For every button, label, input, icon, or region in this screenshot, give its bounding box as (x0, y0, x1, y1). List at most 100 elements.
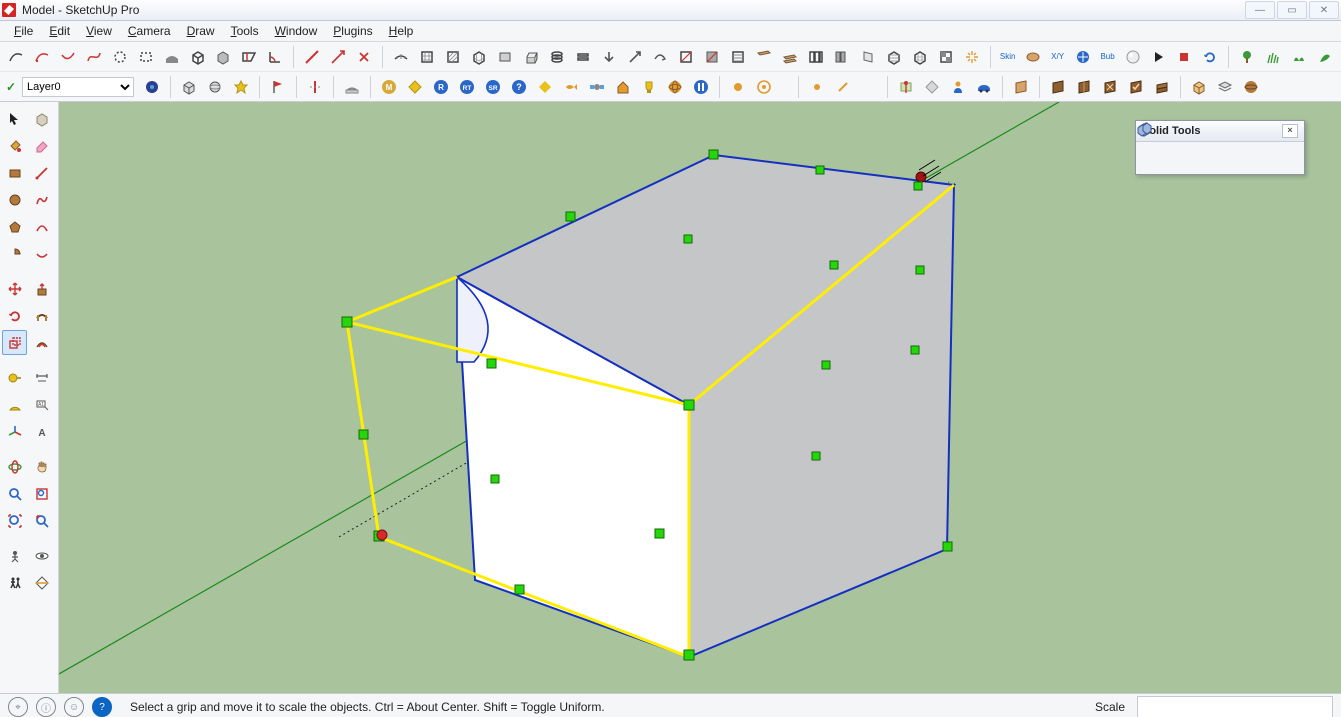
solid-union[interactable] (1195, 146, 1218, 170)
tool-stop[interactable] (1172, 45, 1196, 69)
tool-cube[interactable] (177, 75, 201, 99)
layer-visible-icon[interactable]: ✓ (4, 80, 18, 94)
menu-camera[interactable]: Camera (120, 22, 179, 40)
tool-cross-red[interactable] (352, 45, 376, 69)
tool-3dtext[interactable]: A (29, 419, 54, 444)
tool-arrow-red[interactable] (326, 45, 350, 69)
tool-xy[interactable] (1071, 45, 1095, 69)
tool-zoomwindow[interactable] (29, 481, 54, 506)
tool-box-yellow[interactable] (1187, 75, 1211, 99)
tool-play[interactable] (1147, 45, 1171, 69)
status-help-icon[interactable]: ? (92, 697, 112, 717)
tool-shrub[interactable] (1287, 45, 1311, 69)
tool-curve-3[interactable] (56, 45, 80, 69)
menu-file[interactable]: File (6, 22, 41, 40)
tool-grass[interactable] (1261, 45, 1285, 69)
tool-fish[interactable] (559, 75, 583, 99)
tool-red-flag[interactable] (266, 75, 290, 99)
tool-tape[interactable] (2, 365, 27, 390)
tool-text[interactable]: A1 (29, 392, 54, 417)
status-credits-icon[interactable]: ⓘ (36, 697, 56, 717)
tool-line[interactable] (29, 160, 54, 185)
tool-satellite[interactable] (585, 75, 609, 99)
status-geo-icon[interactable]: ⌖ (8, 697, 28, 717)
tool-panels-1[interactable] (804, 45, 828, 69)
tool-face[interactable] (493, 45, 517, 69)
menu-help[interactable]: Help (381, 22, 422, 40)
badge-help[interactable]: ? (507, 75, 531, 99)
tool-skin[interactable] (1021, 45, 1045, 69)
tool-zoom[interactable] (2, 481, 27, 506)
tool-paintbucket[interactable] (2, 133, 27, 158)
menu-edit[interactable]: Edit (41, 22, 78, 40)
tool-bub[interactable] (1121, 45, 1145, 69)
tool-pause[interactable] (689, 75, 713, 99)
tool-sheet[interactable] (856, 45, 880, 69)
tool-freehand[interactable] (29, 187, 54, 212)
tool-angle[interactable] (263, 45, 287, 69)
tool-line-red[interactable] (300, 45, 324, 69)
minimize-button[interactable]: — (1245, 1, 1275, 19)
tool-globe[interactable] (663, 75, 687, 99)
badge-diamond[interactable] (403, 75, 427, 99)
measurements-input[interactable] (1137, 696, 1333, 717)
tool-stripes[interactable] (726, 45, 750, 69)
tool-sphere-brown[interactable] (1239, 75, 1263, 99)
tool-extrude[interactable] (519, 45, 543, 69)
tool-book-x[interactable] (1098, 75, 1122, 99)
tool-hatch-cube[interactable] (882, 45, 906, 69)
tool-book-check[interactable] (1124, 75, 1148, 99)
tool-component[interactable] (29, 106, 54, 131)
tool-eraser[interactable] (29, 133, 54, 158)
tool-hatch-1[interactable] (389, 45, 413, 69)
panel-header[interactable]: Solid Tools × (1136, 121, 1304, 142)
layer-manager-button[interactable] (140, 75, 164, 99)
tool-board-2[interactable] (778, 45, 802, 69)
badge-sr[interactable]: SR (481, 75, 505, 99)
status-user-icon[interactable]: ☺ (64, 697, 84, 717)
tool-tree[interactable] (1235, 45, 1259, 69)
tool-grid-box[interactable] (467, 45, 491, 69)
tool-rect-dashed[interactable] (134, 45, 158, 69)
tool-arrow-curve[interactable] (649, 45, 673, 69)
solid-tools-panel[interactable]: Solid Tools × (1135, 120, 1305, 175)
tool-diamond-gray[interactable] (920, 75, 944, 99)
badge-m[interactable]: M (377, 75, 401, 99)
tool-arrow-down[interactable] (597, 45, 621, 69)
tool-diamond-yellow[interactable] (533, 75, 557, 99)
tool-slash-orange[interactable] (831, 75, 855, 99)
tool-divider-red[interactable] (303, 75, 327, 99)
maximize-button[interactable]: ▭ (1277, 1, 1307, 19)
tool-zoomextents[interactable] (2, 508, 27, 533)
menu-draw[interactable]: Draw (179, 22, 223, 40)
tool-arrow-diag[interactable] (623, 45, 647, 69)
tool-slice[interactable] (237, 45, 261, 69)
tool-rotate[interactable] (2, 303, 27, 328)
tool-board-1[interactable] (752, 45, 776, 69)
tool-trophy[interactable] (637, 75, 661, 99)
tool-target-orange[interactable] (752, 75, 776, 99)
tool-stack-2[interactable] (571, 45, 595, 69)
menu-plugins[interactable]: Plugins (325, 22, 380, 40)
tool-dot-orange[interactable] (726, 75, 750, 99)
menu-view[interactable]: View (78, 22, 120, 40)
tool-position-camera[interactable] (2, 543, 27, 568)
tool-section[interactable] (29, 570, 54, 595)
tool-person[interactable] (946, 75, 970, 99)
tool-circle[interactable] (2, 187, 27, 212)
tool-curve-1[interactable] (4, 45, 28, 69)
tool-polygon[interactable] (2, 214, 27, 239)
tool-book-stack[interactable] (1150, 75, 1174, 99)
solid-split[interactable] (1277, 146, 1300, 170)
tool-hatch-2[interactable] (415, 45, 439, 69)
tool-pie[interactable] (2, 241, 27, 266)
tool-book-1[interactable] (1009, 75, 1033, 99)
tool-hatch-diag[interactable] (674, 45, 698, 69)
close-button[interactable]: ✕ (1309, 1, 1339, 19)
tool-dot-small[interactable] (805, 75, 829, 99)
tool-panels-2[interactable] (830, 45, 854, 69)
tool-star[interactable] (229, 75, 253, 99)
tool-dimension[interactable] (29, 365, 54, 390)
badge-rt[interactable]: RT (455, 75, 479, 99)
tool-refresh[interactable] (1198, 45, 1222, 69)
